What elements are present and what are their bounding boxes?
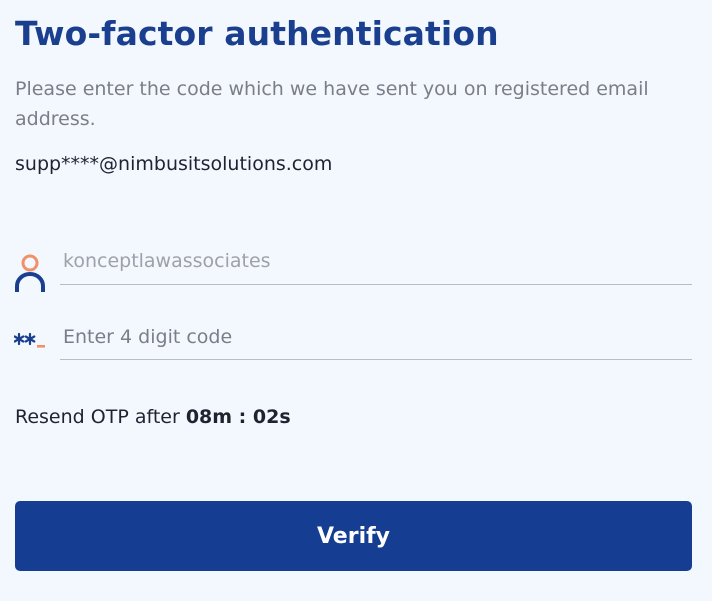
otp-code-input[interactable]	[60, 322, 686, 352]
code-field	[0, 320, 712, 362]
resend-label: Resend OTP after	[15, 406, 186, 428]
password-icon	[13, 330, 48, 354]
masked-email: supp****@nimbusitsolutions.com	[15, 153, 333, 175]
user-icon	[14, 252, 48, 296]
code-underline	[60, 359, 692, 360]
verify-button[interactable]: Verify	[15, 501, 692, 571]
username-underline	[60, 284, 692, 285]
username-value: konceptlawassociates	[63, 250, 271, 272]
resend-otp-text: Resend OTP after 08m : 02s	[15, 403, 291, 431]
instructions-text: Please enter the code which we have sent…	[15, 78, 649, 130]
page-title: Two-factor authentication	[15, 14, 499, 53]
resend-timer: 08m : 02s	[185, 406, 291, 428]
username-field: konceptlawassociates	[0, 238, 712, 292]
